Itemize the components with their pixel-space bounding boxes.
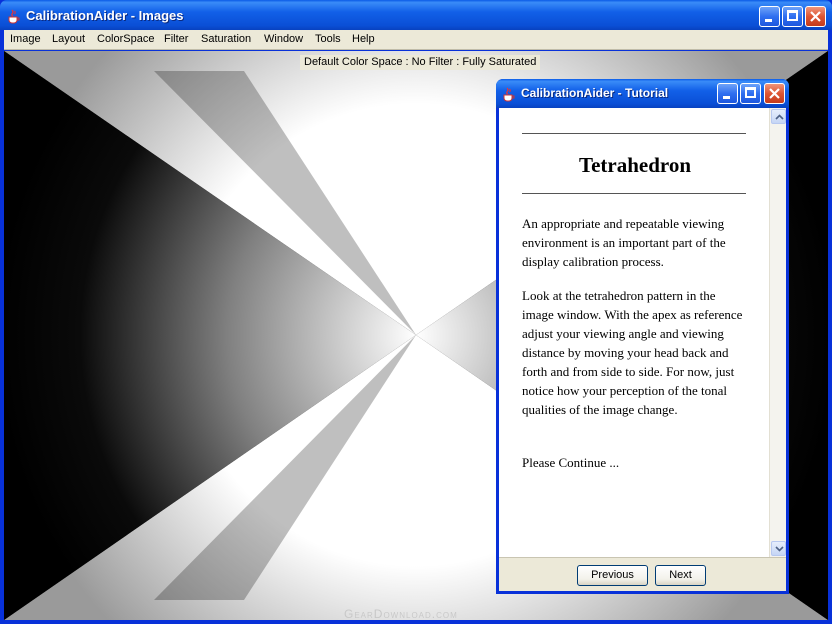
tutorial-button-bar: Previous Next — [499, 557, 786, 591]
menu-image[interactable]: Image — [10, 33, 41, 45]
arrow-up-icon — [775, 114, 784, 120]
top-rule — [522, 133, 746, 134]
menu-help[interactable]: Help — [352, 33, 375, 45]
status-label: Default Color Space : No Filter : Fully … — [300, 55, 541, 70]
close-icon — [810, 11, 821, 22]
close-icon — [769, 88, 780, 99]
menu-window[interactable]: Window — [264, 33, 303, 45]
maximize-icon — [745, 87, 756, 98]
menu-tools[interactable]: Tools — [315, 33, 341, 45]
tutorial-dialog: CalibrationAider - Tutorial Tetrahedron … — [496, 79, 789, 594]
tutorial-minimize-button[interactable] — [717, 83, 738, 104]
tutorial-maximize-button[interactable] — [740, 83, 761, 104]
window-title: CalibrationAider - Images — [26, 8, 184, 23]
menu-bar: Image Layout ColorSpace Filter Saturatio… — [4, 30, 828, 50]
scroll-up-button[interactable] — [771, 109, 786, 124]
scroll-down-button[interactable] — [771, 541, 786, 556]
tutorial-paragraph: Please Continue ... — [522, 455, 620, 470]
next-button[interactable]: Next — [655, 565, 706, 586]
minimize-button[interactable] — [759, 6, 780, 27]
minimize-icon — [765, 19, 772, 22]
menu-filter[interactable]: Filter — [164, 33, 188, 45]
vertical-scrollbar[interactable] — [769, 108, 786, 557]
tutorial-heading: Tetrahedron — [578, 153, 691, 177]
close-button[interactable] — [805, 6, 826, 27]
bottom-rule — [522, 193, 746, 194]
tutorial-titlebar[interactable]: CalibrationAider - Tutorial — [496, 79, 789, 108]
tutorial-close-button[interactable] — [764, 83, 785, 104]
minimize-icon — [723, 96, 730, 99]
watermark-text: GearDownload.com — [344, 607, 458, 620]
tutorial-title: CalibrationAider - Tutorial — [521, 86, 669, 100]
arrow-down-icon — [775, 546, 784, 552]
java-cup-icon — [8, 9, 20, 24]
java-cup-icon — [503, 87, 515, 102]
tutorial-paragraph: Look at the tetrahedron pattern in the i… — [522, 288, 743, 417]
maximize-icon — [787, 10, 798, 21]
menu-saturation[interactable]: Saturation — [201, 33, 251, 45]
previous-button[interactable]: Previous — [577, 565, 648, 586]
main-titlebar[interactable]: CalibrationAider - Images — [0, 0, 832, 30]
menu-colorspace[interactable]: ColorSpace — [97, 33, 154, 45]
menu-layout[interactable]: Layout — [52, 33, 85, 45]
tutorial-content-pane[interactable]: Tetrahedron An appropriate and repeatabl… — [499, 108, 786, 557]
tutorial-paragraph: An appropriate and repeatable viewing en… — [522, 216, 726, 269]
maximize-button[interactable] — [782, 6, 803, 27]
